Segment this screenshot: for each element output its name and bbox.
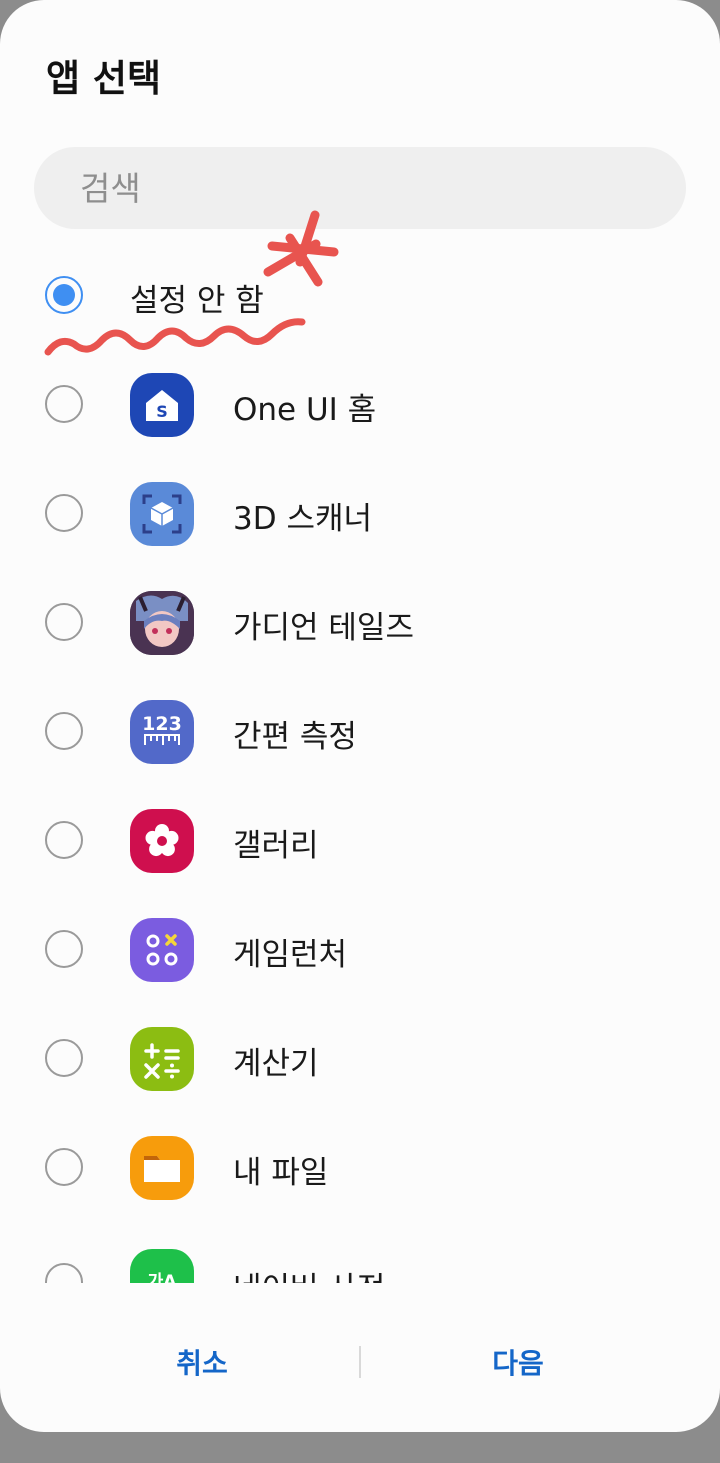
gallery-icon [130, 809, 194, 873]
list-item-label: 3D 스캐너 [233, 501, 373, 537]
radio-button[interactable] [45, 1263, 83, 1283]
list-item-label: 설정 안 함 [130, 283, 264, 319]
dialog-title: 앱 선택 [46, 57, 162, 100]
radio-button[interactable] [45, 1039, 83, 1077]
radio-button[interactable] [45, 712, 83, 750]
list-item-label: 네이버 사전 [233, 1263, 385, 1283]
list-item-game-launcher[interactable]: 게임런처 [0, 894, 720, 1003]
list-item-calculator[interactable]: 계산기 [0, 1003, 720, 1112]
3d-scanner-icon [130, 482, 194, 546]
list-item-none[interactable]: 설정 안 함 [0, 240, 720, 349]
list-item-label: 내 파일 [233, 1155, 329, 1191]
naver-dictionary-icon: 가A [130, 1249, 194, 1283]
list-item-label: 가디언 테일즈 [233, 610, 414, 646]
svg-text:S: S [156, 402, 168, 421]
radio-button[interactable] [45, 821, 83, 859]
list-item-quick-measure[interactable]: 123 간편 측정 [0, 676, 720, 785]
radio-button[interactable] [45, 494, 83, 532]
list-item-label: One UI 홈 [233, 392, 377, 428]
my-files-icon [130, 1136, 194, 1200]
search-bar[interactable] [34, 147, 686, 229]
game-launcher-icon [130, 918, 194, 982]
app-select-dialog: 앱 선택 설정 안 함 S One UI 홈 [0, 0, 720, 1432]
list-item-3d-scanner[interactable]: 3D 스캐너 [0, 458, 720, 567]
cancel-button[interactable]: 취소 [52, 1330, 352, 1394]
list-item-guardian-tales[interactable]: 가디언 테일즈 [0, 567, 720, 676]
guardian-tales-icon [130, 591, 194, 655]
radio-button[interactable] [45, 930, 83, 968]
naver-dictionary-icon-text: 가A [147, 1271, 177, 1284]
button-divider [359, 1346, 361, 1378]
list-item-label: 갤러리 [233, 828, 319, 864]
radio-button-selected[interactable] [45, 276, 83, 314]
list-item-my-files[interactable]: 내 파일 [0, 1112, 720, 1221]
one-ui-home-icon: S [130, 373, 194, 437]
list-item-gallery[interactable]: 갤러리 [0, 785, 720, 894]
quick-measure-icon-text: 123 [142, 713, 182, 735]
radio-button[interactable] [45, 385, 83, 423]
radio-button[interactable] [45, 603, 83, 641]
quick-measure-icon: 123 [130, 700, 194, 764]
radio-button[interactable] [45, 1148, 83, 1186]
app-list[interactable]: 설정 안 함 S One UI 홈 3D 스캐너 가디언 테일즈 123 간편 … [0, 240, 720, 1283]
list-item-label: 계산기 [233, 1046, 319, 1082]
list-item-naver-dictionary[interactable]: 가A 네이버 사전 [0, 1221, 720, 1283]
list-item-one-ui-home[interactable]: S One UI 홈 [0, 349, 720, 458]
list-item-label: 간편 측정 [233, 719, 357, 755]
list-item-label: 게임런처 [233, 937, 348, 973]
calculator-icon [130, 1027, 194, 1091]
dialog-footer: 취소 다음 [0, 1300, 720, 1420]
next-button[interactable]: 다음 [368, 1330, 668, 1394]
search-input[interactable] [78, 167, 642, 209]
